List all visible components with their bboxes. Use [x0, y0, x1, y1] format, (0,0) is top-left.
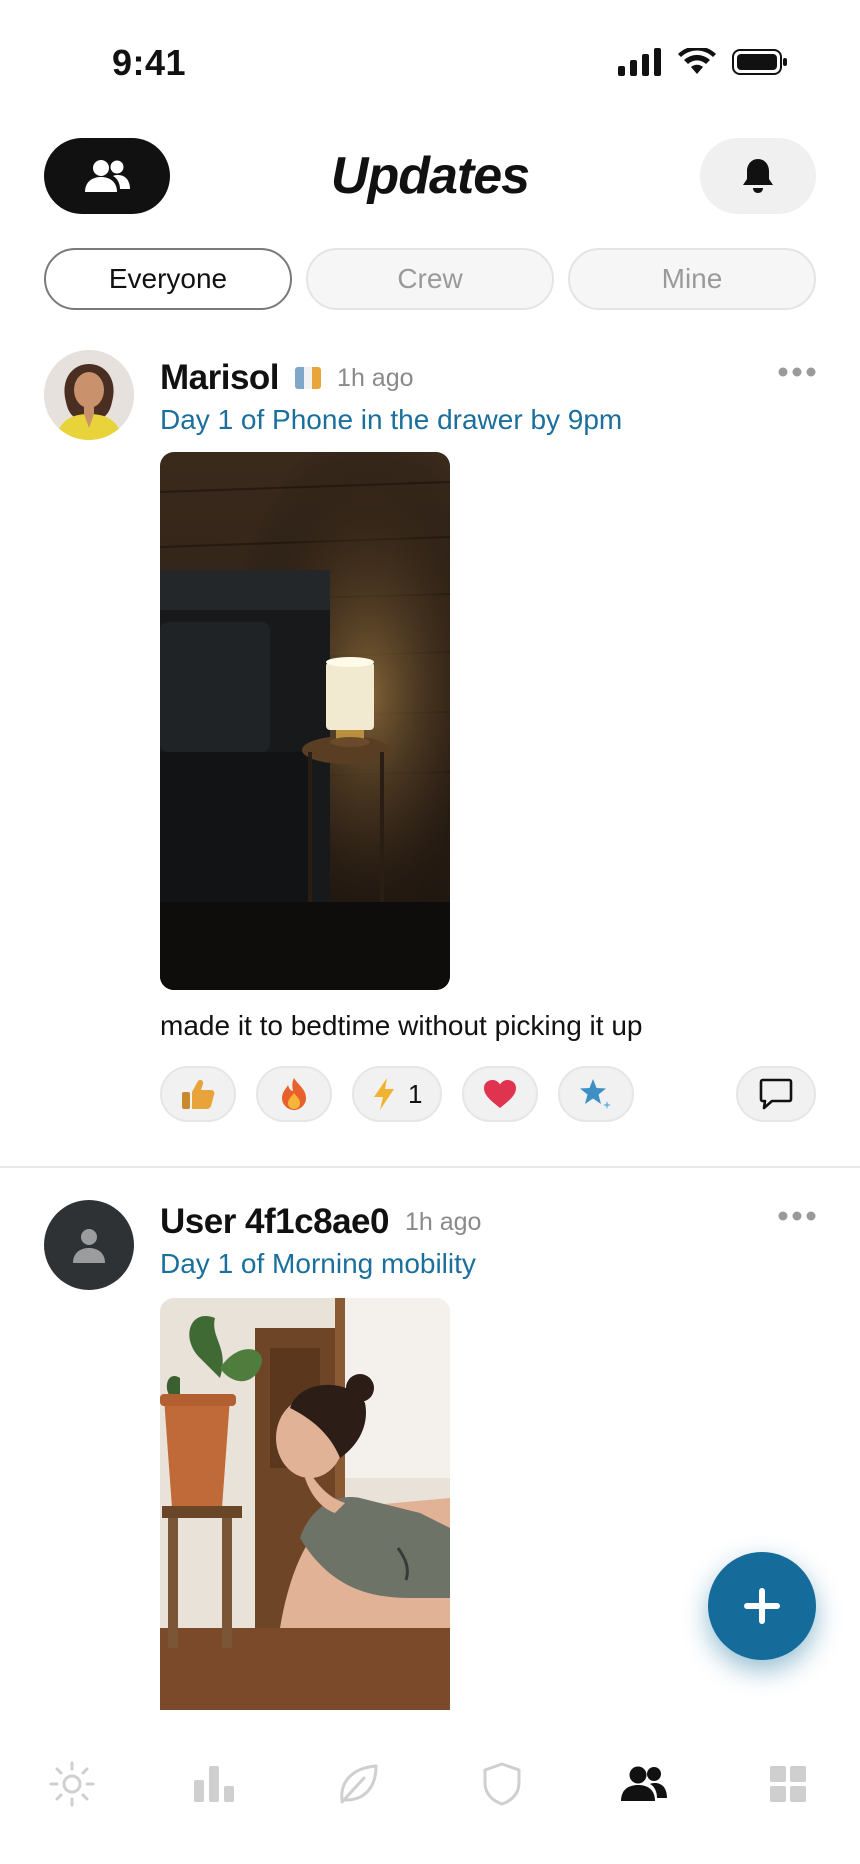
feed-filter-tabs: Everyone Crew Mine [44, 248, 816, 310]
reaction-bar: 1 [160, 1066, 635, 1122]
comment-icon [759, 1078, 793, 1110]
fire-icon [282, 1078, 306, 1110]
post-header: Marisol 1h ago Day 1 of Phone in the dra… [160, 356, 816, 436]
grid-icon [770, 1766, 806, 1802]
status-bar: 9:41 [0, 0, 860, 120]
post-username[interactable]: User 4f1c8ae0 [160, 1202, 389, 1242]
flag-icon [295, 367, 322, 389]
new-post-button[interactable] [708, 1552, 816, 1660]
more-options-icon[interactable] [778, 1210, 816, 1222]
bar-chart-icon [194, 1766, 234, 1802]
avatar-photo [44, 350, 134, 440]
reaction-star[interactable] [558, 1066, 635, 1122]
cellular-signal-icon [618, 48, 661, 76]
battery-icon [732, 49, 787, 75]
star-icon [580, 1079, 612, 1109]
thumbs-up-icon [182, 1080, 215, 1109]
reaction-lightning[interactable]: 1 [352, 1066, 443, 1122]
notifications-button[interactable] [700, 138, 816, 214]
feed[interactable]: Marisol 1h ago Day 1 of Phone in the dra… [0, 340, 860, 1712]
filter-crew[interactable]: Crew [306, 248, 554, 310]
comment-button[interactable] [736, 1066, 816, 1122]
yoga-stretch-photo [160, 1298, 450, 1710]
wifi-icon [678, 48, 716, 74]
status-time: 9:41 [112, 42, 187, 83]
reaction-fire[interactable] [256, 1066, 332, 1122]
post-time: 1h ago [337, 363, 414, 392]
post-photo[interactable] [160, 1298, 450, 1710]
tab-bar [0, 1712, 860, 1864]
heart-icon [484, 1080, 517, 1108]
tab-stats[interactable] [178, 1748, 250, 1820]
bell-icon [743, 159, 773, 193]
tab-today[interactable] [36, 1748, 108, 1820]
filter-mine[interactable]: Mine [568, 248, 816, 310]
post-photo[interactable] [160, 452, 450, 990]
post-caption: made it to bedtime without picking it up [160, 1010, 643, 1041]
tab-protection[interactable] [466, 1748, 538, 1820]
people-icon [621, 1766, 667, 1801]
post-challenge-link[interactable]: Day 1 of Phone in the drawer by 9pm [160, 404, 816, 436]
header: Updates [0, 138, 860, 214]
post-challenge-link[interactable]: Day 1 of Morning mobility [160, 1248, 816, 1280]
plus-icon [744, 1588, 780, 1624]
reaction-heart[interactable] [462, 1066, 539, 1122]
filter-everyone[interactable]: Everyone [44, 248, 292, 310]
bedside-lamp-photo [160, 452, 450, 990]
feed-post: Marisol 1h ago Day 1 of Phone in the dra… [0, 340, 860, 1168]
shield-icon [483, 1762, 521, 1806]
reaction-thumbs-up[interactable] [160, 1066, 236, 1122]
reaction-count: 1 [408, 1078, 423, 1109]
default-avatar-icon [73, 1229, 105, 1263]
lightning-icon [374, 1078, 394, 1110]
tab-community[interactable] [608, 1748, 680, 1820]
sun-icon [49, 1761, 95, 1807]
post-username[interactable]: Marisol [160, 358, 280, 398]
post-header: User 4f1c8ae0 1h ago Day 1 of Morning mo… [160, 1200, 816, 1280]
leaf-icon [340, 1764, 378, 1804]
tab-more[interactable] [752, 1748, 824, 1820]
status-icons [618, 48, 788, 76]
tab-habits[interactable] [322, 1748, 394, 1820]
post-time: 1h ago [404, 1207, 482, 1236]
avatar[interactable] [44, 1200, 134, 1290]
more-options-icon[interactable] [778, 366, 816, 378]
avatar[interactable] [44, 350, 134, 440]
